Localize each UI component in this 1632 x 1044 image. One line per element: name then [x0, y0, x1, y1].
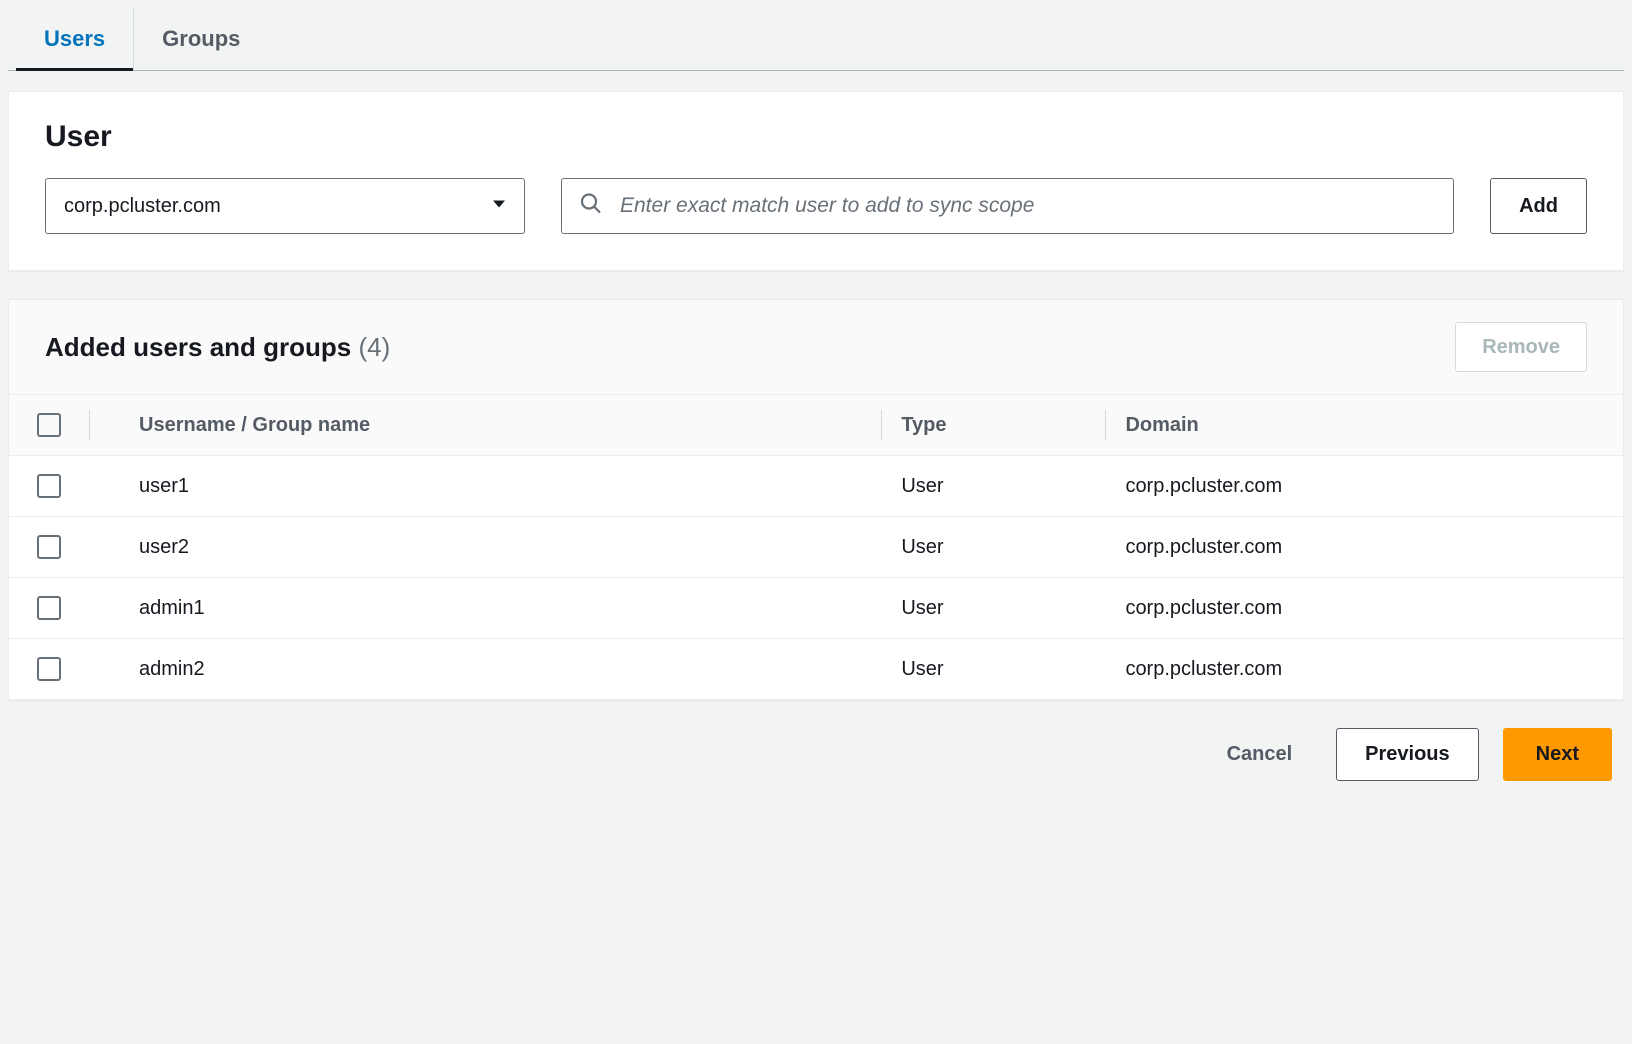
previous-button[interactable]: Previous [1336, 728, 1478, 781]
row-checkbox[interactable] [37, 657, 61, 681]
user-panel: User Add [8, 91, 1624, 271]
remove-button[interactable]: Remove [1455, 322, 1587, 372]
added-panel: Added users and groups (4) Remove Userna… [8, 299, 1624, 700]
cell-domain: corp.pcluster.com [1105, 517, 1623, 578]
col-type: Type [881, 395, 1105, 456]
added-panel-header: Added users and groups (4) Remove [9, 300, 1623, 395]
added-count: (4) [359, 332, 391, 362]
domain-select[interactable] [45, 178, 525, 234]
row-checkbox[interactable] [37, 596, 61, 620]
user-panel-title: User [45, 120, 1587, 154]
user-search-wrap [561, 178, 1454, 234]
user-search-input[interactable] [561, 178, 1454, 234]
row-checkbox[interactable] [37, 474, 61, 498]
tab-users[interactable]: Users [16, 8, 134, 70]
added-title-text: Added users and groups [45, 332, 351, 362]
added-panel-title: Added users and groups (4) [45, 332, 390, 363]
footer-actions: Cancel Previous Next [8, 724, 1624, 805]
user-input-row: Add [45, 178, 1587, 234]
domain-select-wrap [45, 178, 525, 234]
tab-groups[interactable]: Groups [134, 8, 268, 70]
tab-bar: Users Groups [8, 8, 1624, 71]
table-row: user2 User corp.pcluster.com [9, 517, 1623, 578]
table-row: user1 User corp.pcluster.com [9, 456, 1623, 517]
table-row: admin2 User corp.pcluster.com [9, 639, 1623, 700]
table-row: admin1 User corp.pcluster.com [9, 578, 1623, 639]
cell-domain: corp.pcluster.com [1105, 578, 1623, 639]
cell-name: admin1 [89, 578, 881, 639]
col-checkbox [9, 395, 89, 456]
cell-domain: corp.pcluster.com [1105, 639, 1623, 700]
row-checkbox[interactable] [37, 535, 61, 559]
col-domain: Domain [1105, 395, 1623, 456]
table-header-row: Username / Group name Type Domain [9, 395, 1623, 456]
cell-name: admin2 [89, 639, 881, 700]
cell-type: User [881, 456, 1105, 517]
col-name: Username / Group name [89, 395, 881, 456]
cell-type: User [881, 639, 1105, 700]
users-table: Username / Group name Type Domain user1 … [9, 395, 1623, 699]
next-button[interactable]: Next [1503, 728, 1612, 781]
add-button[interactable]: Add [1490, 178, 1587, 234]
cell-type: User [881, 517, 1105, 578]
cell-type: User [881, 578, 1105, 639]
cancel-button[interactable]: Cancel [1207, 729, 1313, 780]
cell-domain: corp.pcluster.com [1105, 456, 1623, 517]
cell-name: user1 [89, 456, 881, 517]
select-all-checkbox[interactable] [37, 413, 61, 437]
cell-name: user2 [89, 517, 881, 578]
